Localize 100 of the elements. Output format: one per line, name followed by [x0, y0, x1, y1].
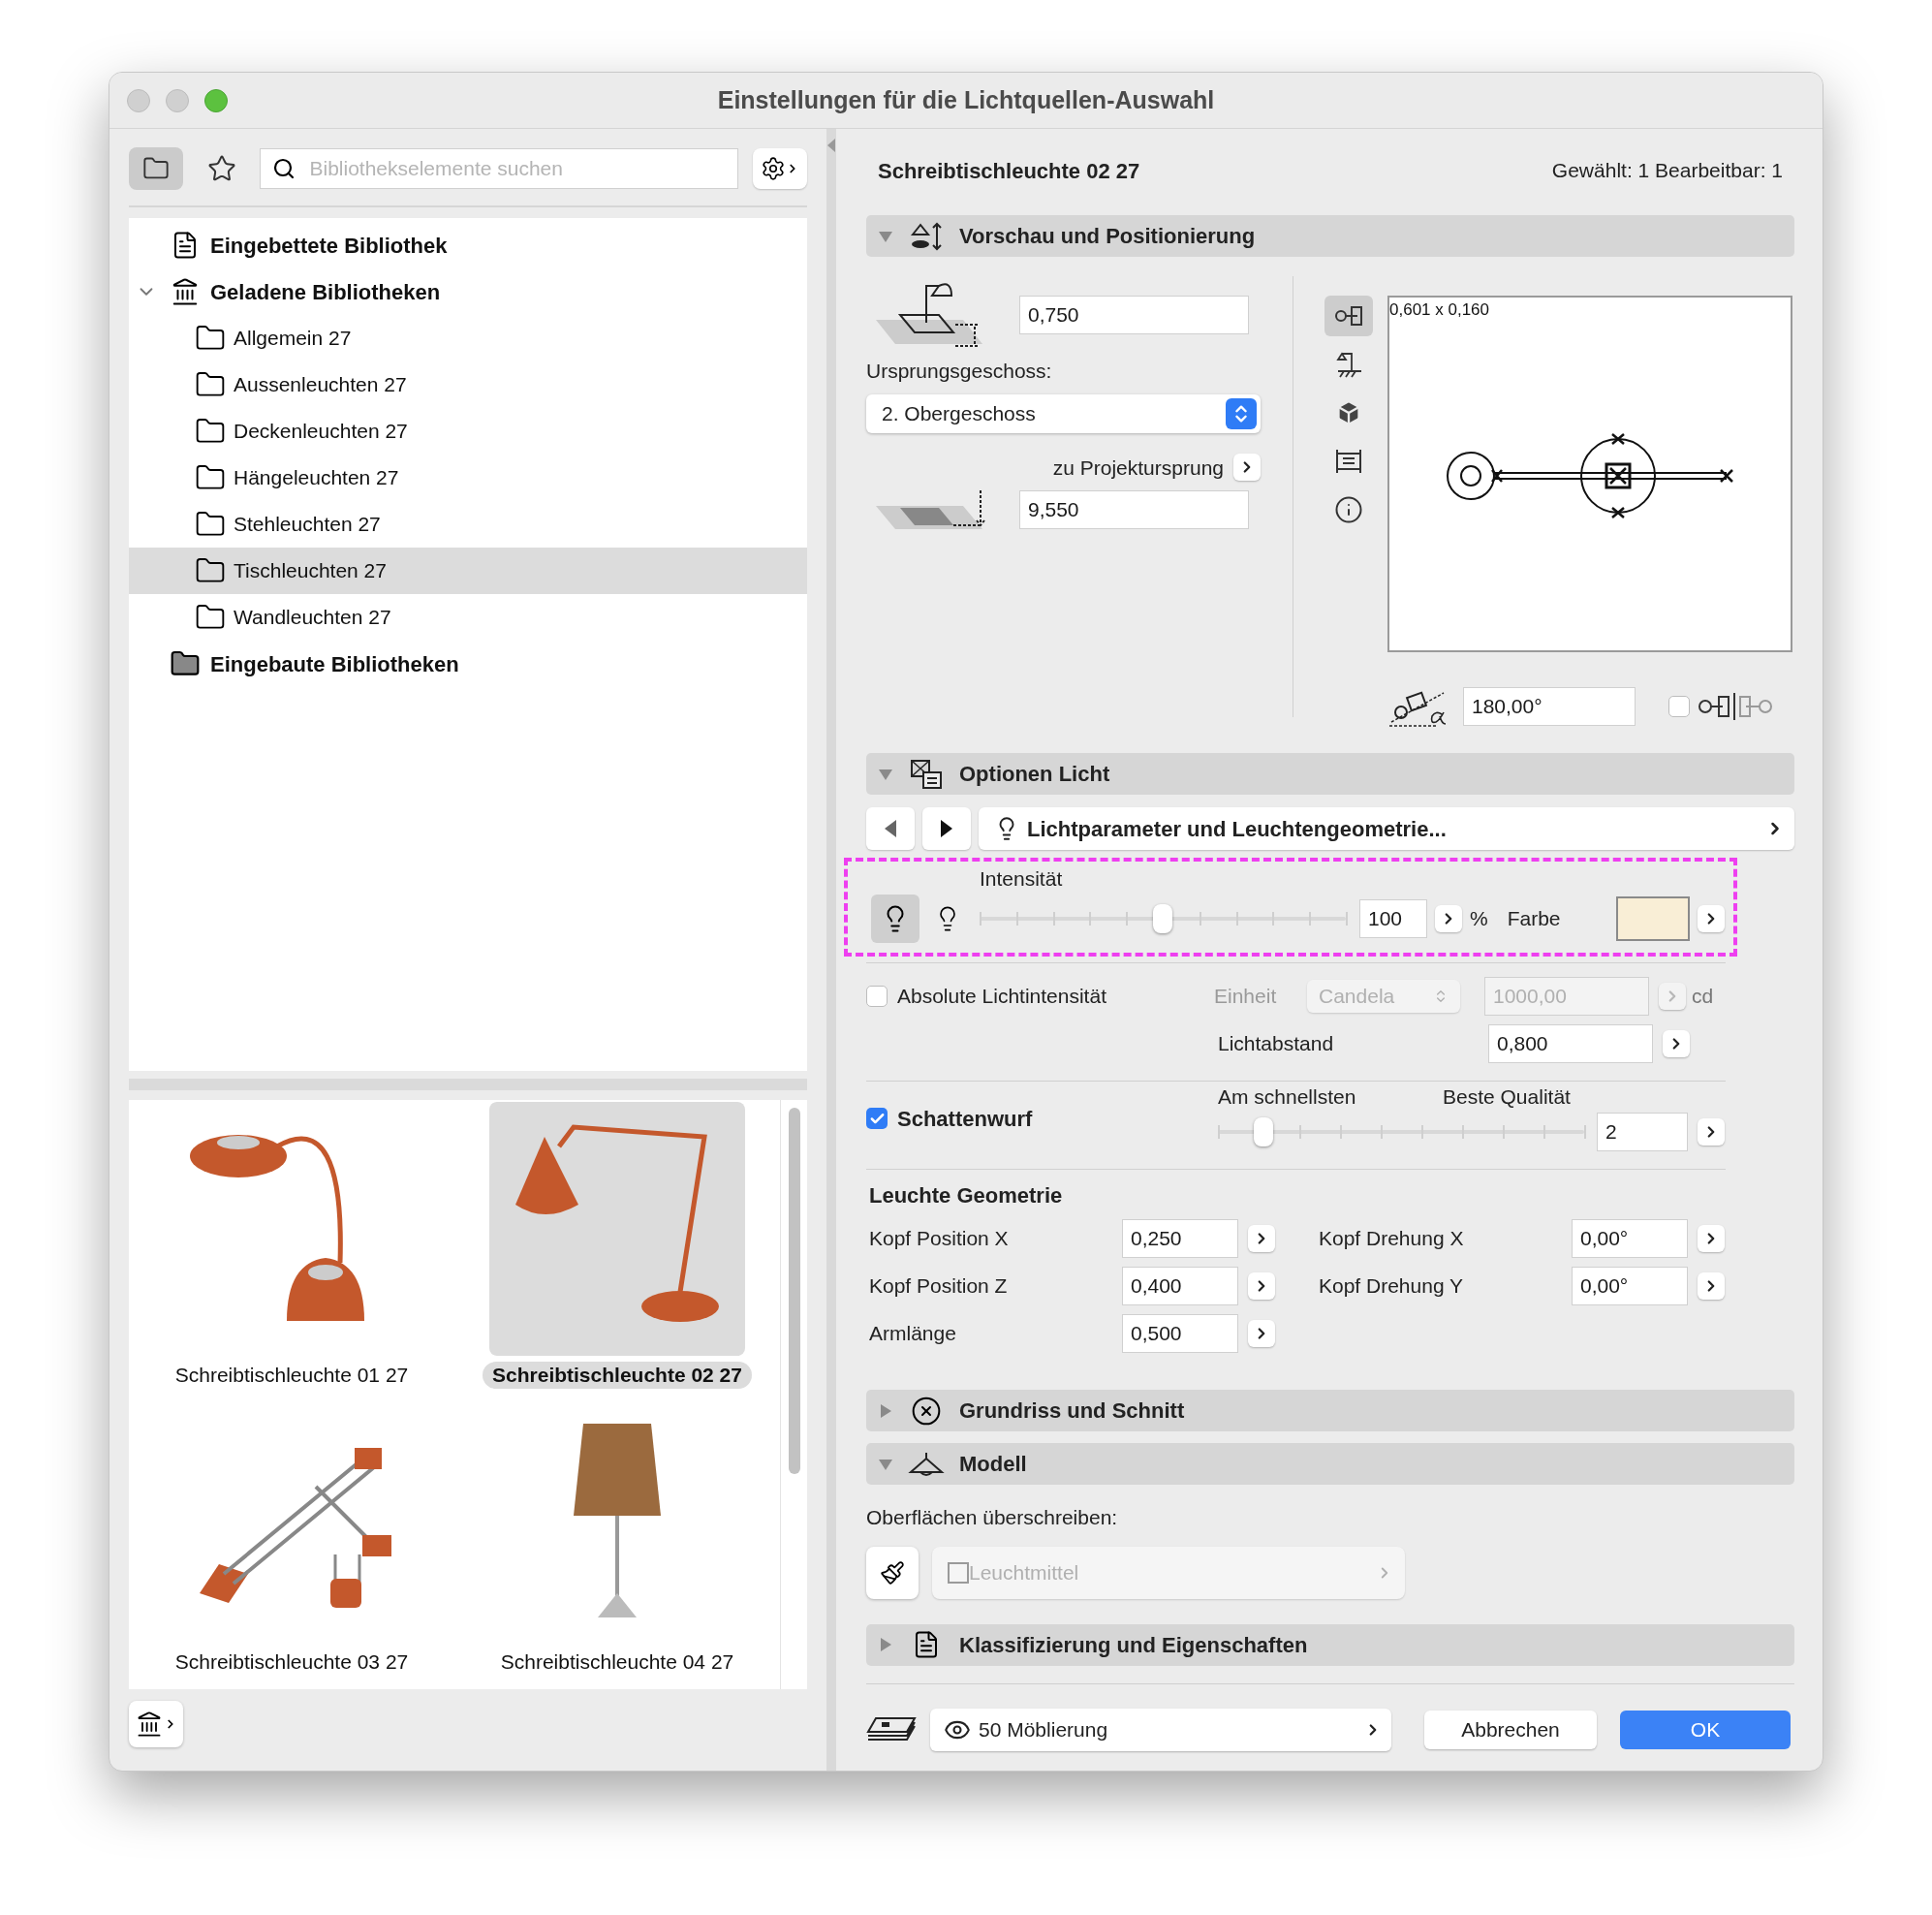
section-header[interactable]: Modell: [866, 1443, 1794, 1485]
chevron-button[interactable]: [1698, 1225, 1725, 1252]
story-select[interactable]: 2. Obergeschoss: [866, 393, 1261, 433]
best-quality-label: Beste Qualität: [1443, 1085, 1571, 1109]
settings-icon: [761, 156, 787, 181]
checkbox[interactable]: [1668, 696, 1690, 717]
tree-item[interactable]: Geladene Bibliotheken: [129, 268, 807, 315]
pendant-lamp-icon: [908, 1450, 945, 1478]
lamp-position-icon: [909, 221, 944, 251]
thumbnail-caption[interactable]: Schreibtischleuchte 01 27: [165, 1362, 419, 1389]
element-title: Schreibtischleuchte 02 27: [878, 157, 1140, 185]
section-header[interactable]: Klassifizierung und Eigenschaften: [866, 1623, 1794, 1666]
chevron-button[interactable]: [1698, 1272, 1725, 1300]
ok-button[interactable]: OK: [1620, 1711, 1791, 1749]
search-icon: [272, 157, 296, 180]
caret-left-icon: [884, 819, 897, 838]
disclosure-triangle-icon[interactable]: [878, 1637, 893, 1652]
layer-select[interactable]: 50 Möblierung: [930, 1709, 1391, 1751]
cancel-button[interactable]: Abbrechen: [1424, 1711, 1597, 1749]
section-header[interactable]: Grundriss und Schnitt: [866, 1390, 1794, 1431]
thumbnail-caption[interactable]: Schreibtischleuchte 03 27: [165, 1648, 419, 1676]
angle-field[interactable]: 180,00°: [1463, 687, 1636, 726]
checkbox[interactable]: [866, 1108, 888, 1129]
plan-symbol-icon: [911, 1395, 942, 1427]
color-label: Farbe: [1507, 906, 1562, 932]
star-icon: [206, 154, 236, 183]
candela-unit: cd: [1692, 984, 1714, 1010]
thumbnail-tile[interactable]: [489, 1102, 745, 1356]
chevron-button[interactable]: [1248, 1320, 1275, 1347]
tree-item[interactable]: Wandleuchten 27: [129, 594, 807, 641]
slider-thumb[interactable]: [1153, 904, 1172, 933]
disclosure-triangle-icon[interactable]: [878, 1402, 893, 1419]
thumbnail-caption[interactable]: Schreibtischleuchte 02 27: [483, 1362, 752, 1389]
chevron-button[interactable]: [1248, 1272, 1275, 1300]
tree-item[interactable]: Stehleuchten 27: [129, 501, 807, 548]
parameter-field[interactable]: 0,250: [1122, 1219, 1238, 1258]
parameter-field[interactable]: 0,500: [1122, 1314, 1238, 1353]
bulb-on-button[interactable]: [871, 895, 919, 943]
story-label: Ursprungsgeschoss:: [866, 359, 1053, 384]
color-swatch[interactable]: [1615, 896, 1690, 941]
chevron-button[interactable]: [1663, 1030, 1690, 1057]
page-select[interactable]: Lichtparameter und Leuchtengeometrie...: [979, 807, 1794, 850]
chevron-button[interactable]: [1233, 454, 1261, 482]
slider[interactable]: [980, 904, 1346, 933]
scrollbar-thumb[interactable]: [788, 1108, 800, 1474]
tree-item-label: Tischleuchten 27: [234, 558, 387, 584]
parameter-field[interactable]: 0,400: [1122, 1267, 1238, 1305]
caret-right-icon: [940, 819, 953, 838]
reference-label: zu Projektursprung: [1052, 455, 1224, 481]
tree-item-label: Eingebaute Bibliotheken: [210, 650, 459, 678]
search-field[interactable]: Bibliothekselemente suchen: [260, 148, 739, 189]
tree-item-label: Eingebettete Bibliothek: [210, 232, 448, 260]
tree-item[interactable]: Allgemein 27: [129, 315, 807, 361]
tree-item-label: Allgemein 27: [234, 326, 352, 352]
chevron-button[interactable]: [1697, 905, 1725, 932]
tree-item-label: Deckenleuchten 27: [234, 419, 408, 445]
chevron-button[interactable]: [1435, 905, 1462, 932]
chevron-button[interactable]: [1698, 1118, 1725, 1146]
settings-button[interactable]: [753, 148, 807, 189]
next-page-button[interactable]: [922, 807, 971, 850]
section-header[interactable]: Vorschau und Positionierung: [866, 215, 1794, 257]
side-view-icon: [1334, 350, 1363, 379]
previous-page-button[interactable]: [866, 807, 915, 850]
folder-view-tab[interactable]: [129, 147, 183, 190]
shadow-quality-field[interactable]: 2: [1597, 1113, 1688, 1151]
parameter-field[interactable]: 0,00°: [1572, 1267, 1688, 1305]
section-title: Vorschau und Positionierung: [959, 223, 1256, 250]
library-manager-button[interactable]: [129, 1701, 183, 1747]
selection-info: Gewählt: 1 Bearbeitbar: 1: [1551, 158, 1783, 184]
search-input[interactable]: Bibliothekselemente suchen: [309, 153, 727, 184]
collapse-triangle-icon: [827, 139, 835, 152]
tree-item[interactable]: Eingebettete Bibliothek: [129, 222, 807, 268]
section-header[interactable]: Optionen Licht: [866, 753, 1794, 795]
absolute-intensity-label: Absolute Lichtintensität: [897, 984, 1107, 1010]
tree-item[interactable]: Hängeleuchten 27: [129, 455, 807, 501]
tree-item-label: Geladene Bibliotheken: [210, 278, 441, 306]
parameter-field[interactable]: 0,00°: [1572, 1219, 1688, 1258]
tree-item[interactable]: Aussenleuchten 27: [129, 361, 807, 408]
thumbnail-caption[interactable]: Schreibtischleuchte 04 27: [490, 1648, 744, 1676]
slider-thumb[interactable]: [1254, 1117, 1274, 1146]
zoom-window-button[interactable]: [204, 88, 228, 112]
tree-item-label: Hängeleuchten 27: [234, 465, 399, 491]
slider[interactable]: [1218, 1117, 1584, 1146]
elevation-field[interactable]: 9,550: [1019, 490, 1249, 529]
intensity-field[interactable]: 100: [1359, 899, 1427, 938]
chevron-button[interactable]: [1248, 1225, 1275, 1252]
mirror-icon: [1698, 693, 1775, 720]
section-title: Klassifizierung und Eigenschaften: [959, 1631, 1308, 1659]
brush-button[interactable]: [866, 1546, 919, 1599]
light-options-icon: [910, 758, 943, 790]
light-distance-field[interactable]: 0,800: [1488, 1024, 1653, 1063]
tree-item[interactable]: Eingebaute Bibliotheken: [129, 641, 807, 687]
height-field[interactable]: 0,750: [1019, 296, 1249, 334]
checkbox[interactable]: [866, 986, 888, 1007]
parameter-label: Kopf Drehung X: [1319, 1226, 1465, 1252]
checkbox[interactable]: [948, 1561, 969, 1584]
tree-item[interactable]: Deckenleuchten 27: [129, 408, 807, 455]
window-title: Einstellungen für die Lichtquellen-Auswahl: [716, 84, 1216, 115]
tree-item[interactable]: Tischleuchten 27: [129, 548, 807, 594]
view-tool-button[interactable]: [1324, 296, 1373, 336]
